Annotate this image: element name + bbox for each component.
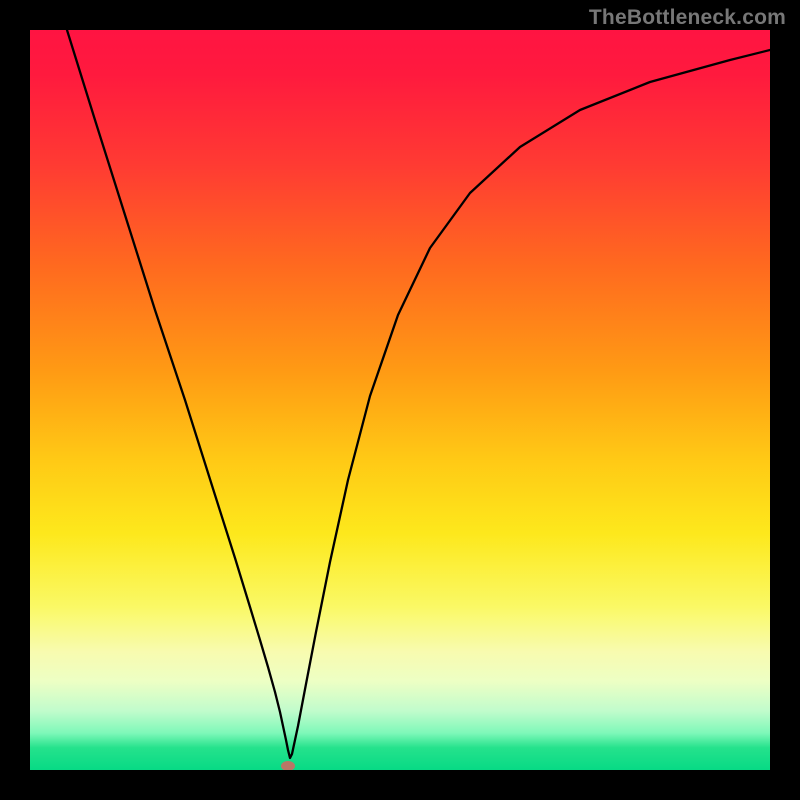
chart-frame: TheBottleneck.com xyxy=(0,0,800,800)
bottleneck-curve xyxy=(67,30,770,758)
optimum-marker xyxy=(281,761,295,770)
curve-svg xyxy=(30,30,770,770)
plot-area xyxy=(30,30,770,770)
watermark-text: TheBottleneck.com xyxy=(589,6,786,30)
